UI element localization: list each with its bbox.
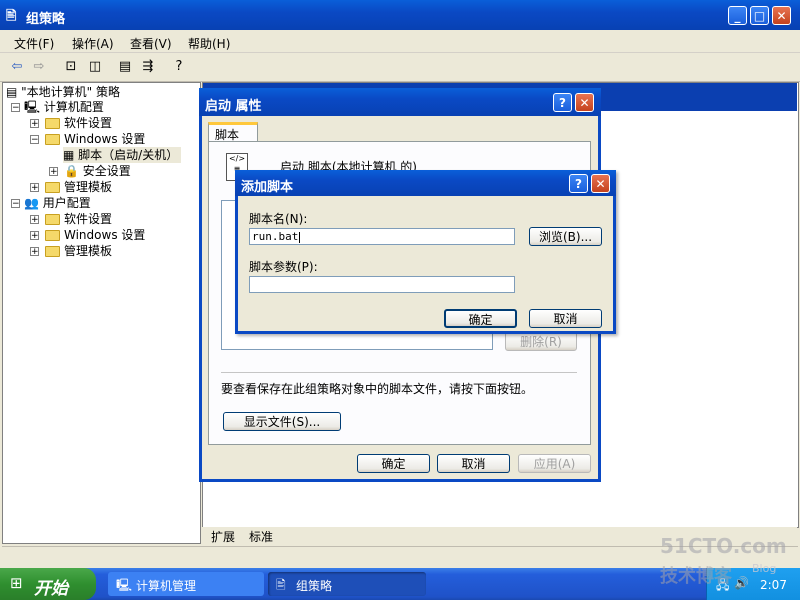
tree-root-policy[interactable]: ▤ "本地计算机" 策略 xyxy=(6,84,120,100)
script-icon: ▦ xyxy=(63,148,79,162)
tree-security-settings[interactable]: 🔒 安全设置 xyxy=(64,163,131,179)
start-button[interactable]: ⊞ 开始 xyxy=(0,568,96,600)
tree-user-admin-templates[interactable]: 管理模板 xyxy=(45,243,112,259)
script-name-label: 脚本名(N): xyxy=(249,212,308,226)
separator-line xyxy=(221,372,577,373)
tab-standard[interactable]: 标准 xyxy=(249,528,273,545)
properties-icon[interactable]: ▤ xyxy=(116,58,134,76)
folder-icon xyxy=(45,134,60,145)
watermark-blog-en: Blog xyxy=(752,562,777,575)
window-title: 组策略 xyxy=(26,12,66,27)
security-icon: 🔒 xyxy=(64,164,83,178)
maximize-button[interactable]: □ xyxy=(750,6,769,25)
volume-icon[interactable]: 🔊 xyxy=(734,576,749,590)
tree-software-settings[interactable]: 软件设置 xyxy=(45,115,112,131)
show-tree-icon[interactable]: ◫ xyxy=(86,58,104,76)
computer-management-icon: 🖳 xyxy=(116,578,133,592)
tree-user-config[interactable]: 👥 用户配置 xyxy=(24,195,91,211)
props-close-button[interactable]: ✕ xyxy=(575,93,594,112)
toolbar: ⇦ ⇨ ⊡ ◫ ▤ ⇶ ? xyxy=(0,53,800,82)
props-help-button[interactable]: ? xyxy=(553,93,572,112)
props-ok-button[interactable]: 确定 xyxy=(357,454,430,473)
tab-extended[interactable]: 扩展 xyxy=(211,528,235,545)
tree-windows-settings[interactable]: Windows 设置 xyxy=(45,131,145,147)
policy-icon: ▤ xyxy=(6,85,22,99)
script-params-input[interactable] xyxy=(249,276,515,293)
props-title: 启动 属性 xyxy=(205,99,262,114)
task-group-policy[interactable]: 🖹 组策略 xyxy=(268,572,426,596)
expand-user-admin-templates[interactable]: + xyxy=(30,247,39,257)
back-arrow-icon[interactable]: ⇦ xyxy=(8,58,26,76)
folder-icon xyxy=(45,230,60,241)
app-icon: 🖹 xyxy=(6,9,17,24)
add-script-ok-button[interactable]: 确定 xyxy=(444,309,517,328)
tree-user-software-settings[interactable]: 软件设置 xyxy=(45,211,112,227)
add-script-title-bar[interactable]: 添加脚本 ? ✕ xyxy=(235,170,616,196)
tray-clock: 2:07 xyxy=(760,578,787,592)
folder-icon xyxy=(45,246,60,257)
collapse-computer-config[interactable]: − xyxy=(11,103,20,113)
tree-admin-templates[interactable]: 管理模板 xyxy=(45,179,112,195)
task-computer-management[interactable]: 🖳 计算机管理 xyxy=(108,572,264,596)
folder-icon xyxy=(45,118,60,129)
expand-user-windows-settings[interactable]: + xyxy=(30,231,39,241)
group-policy-icon: 🖹 xyxy=(276,578,286,592)
close-button[interactable]: ✕ xyxy=(772,6,791,25)
menu-view[interactable]: 查看(V) xyxy=(130,35,172,52)
props-apply-button[interactable]: 应用(A) xyxy=(518,454,591,473)
folder-icon xyxy=(45,182,60,193)
folder-icon xyxy=(45,214,60,225)
add-script-cancel-button[interactable]: 取消 xyxy=(529,309,602,328)
collapse-user-config[interactable]: − xyxy=(11,199,20,209)
up-folder-icon[interactable]: ⊡ xyxy=(62,58,80,76)
script-params-label: 脚本参数(P): xyxy=(249,260,318,274)
tree-scripts[interactable]: ▦ 脚本（启动/关机） xyxy=(63,147,182,163)
collapse-windows-settings[interactable]: − xyxy=(30,135,39,145)
props-cancel-button[interactable]: 取消 xyxy=(437,454,510,473)
watermark-site: 51CTO.com xyxy=(660,534,787,558)
browse-button[interactable]: 浏览(B)... xyxy=(529,227,602,246)
show-files-button[interactable]: 显示文件(S)... xyxy=(223,412,341,431)
tree-computer-config[interactable]: 🖳 计算机配置 xyxy=(24,99,104,115)
user-icon: 👥 xyxy=(24,196,43,210)
menu-file[interactable]: 文件(F) xyxy=(14,35,54,52)
script-name-input[interactable]: run.bat xyxy=(249,228,515,245)
main-title-bar[interactable]: 🖹 组策略 _ □ ✕ xyxy=(0,0,800,30)
expand-software-settings[interactable]: + xyxy=(30,119,39,129)
menu-help[interactable]: 帮助(H) xyxy=(188,35,230,52)
menu-action[interactable]: 操作(A) xyxy=(72,35,114,52)
expand-security-settings[interactable]: + xyxy=(49,167,58,177)
menu-bar: 文件(F) 操作(A) 查看(V) 帮助(H) xyxy=(0,30,800,53)
watermark-blog: 技术博客 xyxy=(660,566,732,587)
remove-button[interactable]: 删除(R) xyxy=(505,332,577,351)
forward-arrow-icon[interactable]: ⇨ xyxy=(30,58,48,76)
tab-scripts[interactable]: 脚本 xyxy=(208,122,258,142)
minimize-button[interactable]: _ xyxy=(728,6,747,25)
help-icon[interactable]: ? xyxy=(170,58,188,76)
export-list-icon[interactable]: ⇶ xyxy=(139,58,157,76)
add-script-title: 添加脚本 xyxy=(241,180,294,195)
computer-icon: 🖳 xyxy=(24,100,44,114)
windows-logo-icon: ⊞ xyxy=(10,574,23,592)
text-caret xyxy=(299,231,301,243)
tree-user-windows-settings[interactable]: Windows 设置 xyxy=(45,227,145,243)
props-title-bar[interactable]: 启动 属性 ? ✕ xyxy=(199,88,601,116)
expand-admin-templates[interactable]: + xyxy=(30,183,39,193)
add-script-close-button[interactable]: ✕ xyxy=(591,174,610,193)
expand-user-software-settings[interactable]: + xyxy=(30,215,39,225)
add-script-help-button[interactable]: ? xyxy=(569,174,588,193)
props-note: 要查看保存在此组策略对象中的脚本文件，请按下面按钮。 xyxy=(221,382,534,396)
